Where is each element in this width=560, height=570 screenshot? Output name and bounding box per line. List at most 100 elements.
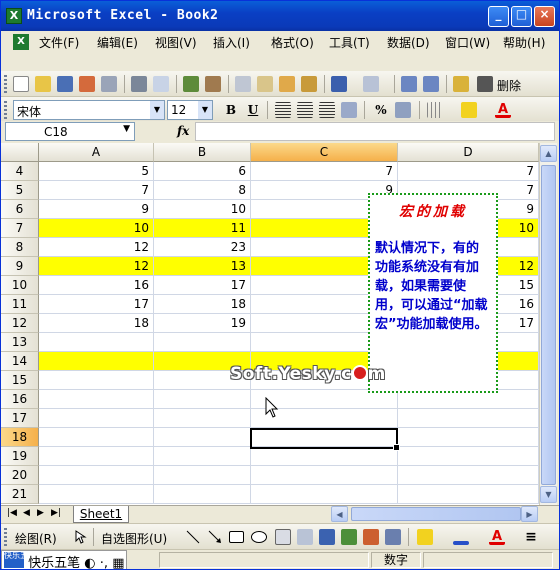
- row-header[interactable]: 6: [1, 200, 39, 219]
- cell-a19[interactable]: [39, 447, 154, 466]
- last-sheet-button[interactable]: ▶|: [51, 508, 61, 518]
- column-header-b[interactable]: B: [154, 143, 251, 162]
- toolbar-grip[interactable]: [4, 101, 7, 119]
- chevron-down-icon[interactable]: ▼: [123, 124, 130, 134]
- first-sheet-button[interactable]: |◀: [7, 508, 17, 518]
- research-icon[interactable]: [205, 76, 221, 92]
- line-icon[interactable]: [185, 529, 201, 545]
- align-center-icon[interactable]: [297, 102, 313, 118]
- cell-b18[interactable]: [154, 428, 251, 447]
- chevron-down-icon[interactable]: ▼: [150, 101, 164, 119]
- macro-note-textbox[interactable]: 宏的加载 默认情况下，有的功能系统没有有加载，如果需要使用，可以通过“加载宏”功…: [368, 193, 498, 393]
- font-size-combo[interactable]: 12 ▼: [167, 100, 213, 120]
- new-icon[interactable]: [13, 76, 29, 92]
- row-header[interactable]: 19: [1, 447, 39, 466]
- draw-menu-button[interactable]: 绘图(R): [15, 530, 57, 547]
- permission-icon[interactable]: [79, 76, 95, 92]
- chevron-down-icon[interactable]: ▼: [198, 101, 212, 119]
- cell-a13[interactable]: [39, 333, 154, 352]
- diagram-icon[interactable]: [341, 529, 357, 545]
- textbox-icon[interactable]: [275, 529, 291, 545]
- vertical-scrollbar[interactable]: ▲ ▼: [539, 143, 557, 505]
- cell-a21[interactable]: [39, 485, 154, 504]
- cell-b21[interactable]: [154, 485, 251, 504]
- cell-a14[interactable]: [39, 352, 154, 371]
- cell-b6[interactable]: 10: [154, 200, 251, 219]
- row-header[interactable]: 10: [1, 276, 39, 295]
- line-color-icon[interactable]: [453, 541, 469, 545]
- redo-icon[interactable]: [363, 76, 379, 92]
- rectangle-icon[interactable]: [229, 531, 244, 543]
- cell-a18[interactable]: [39, 428, 154, 447]
- wordart-icon[interactable]: [319, 529, 335, 545]
- copy-icon[interactable]: [257, 76, 273, 92]
- row-header[interactable]: 15: [1, 371, 39, 390]
- selected-cell-c18[interactable]: [250, 428, 400, 451]
- bold-button[interactable]: B: [223, 102, 239, 118]
- delete-icon[interactable]: [477, 76, 493, 92]
- menu-format[interactable]: 格式(O): [271, 34, 314, 51]
- cell-b10[interactable]: 17: [154, 276, 251, 295]
- menu-insert[interactable]: 插入(I): [213, 34, 250, 51]
- cell-a12[interactable]: 18: [39, 314, 154, 333]
- select-objects-icon[interactable]: [75, 530, 87, 544]
- cell-c21[interactable]: [251, 485, 398, 504]
- menu-data[interactable]: 数据(D): [387, 34, 430, 51]
- row-header[interactable]: 4: [1, 162, 39, 181]
- cell-c4[interactable]: 7: [251, 162, 398, 181]
- formula-input[interactable]: [195, 122, 555, 141]
- font-name-combo[interactable]: 宋体 ▼: [13, 100, 165, 120]
- cell-b8[interactable]: 23: [154, 238, 251, 257]
- cell-b9[interactable]: 13: [154, 257, 251, 276]
- cell-c19[interactable]: [251, 447, 398, 466]
- font-color-icon[interactable]: A: [495, 102, 511, 118]
- fill-color-icon[interactable]: [461, 102, 477, 118]
- cell-d18[interactable]: [398, 428, 539, 447]
- row-header[interactable]: 12: [1, 314, 39, 333]
- horizontal-scroll-thumb[interactable]: [351, 507, 521, 521]
- cell-b19[interactable]: [154, 447, 251, 466]
- cell-d21[interactable]: [398, 485, 539, 504]
- draw-fill-color-icon[interactable]: [417, 529, 433, 545]
- scroll-down-button[interactable]: ▼: [540, 486, 557, 503]
- tab-sheet1[interactable]: Sheet1: [73, 506, 129, 523]
- workbook-icon[interactable]: X: [13, 34, 29, 50]
- save-icon[interactable]: [57, 76, 73, 92]
- cell-b4[interactable]: 6: [154, 162, 251, 181]
- cell-d17[interactable]: [398, 409, 539, 428]
- column-header-c[interactable]: C: [251, 143, 398, 162]
- menu-window[interactable]: 窗口(W): [445, 34, 490, 51]
- scroll-right-button[interactable]: ▶: [521, 506, 538, 522]
- cell-d4[interactable]: 7: [398, 162, 539, 181]
- excel-app-icon[interactable]: X: [6, 8, 22, 24]
- scroll-up-button[interactable]: ▲: [540, 145, 557, 162]
- toolbar-grip[interactable]: [4, 528, 7, 546]
- cell-a6[interactable]: 9: [39, 200, 154, 219]
- cell-b20[interactable]: [154, 466, 251, 485]
- vertical-textbox-icon[interactable]: [297, 529, 313, 545]
- insert-function-icon[interactable]: fx: [177, 124, 189, 138]
- row-header[interactable]: 21: [1, 485, 39, 504]
- select-all-corner[interactable]: [1, 143, 39, 162]
- column-header-d[interactable]: D: [398, 143, 539, 162]
- oval-icon[interactable]: [251, 531, 267, 543]
- cell-b12[interactable]: 19: [154, 314, 251, 333]
- print-preview-icon[interactable]: [153, 76, 169, 92]
- row-header[interactable]: 8: [1, 238, 39, 257]
- row-header[interactable]: 14: [1, 352, 39, 371]
- row-header[interactable]: 9: [1, 257, 39, 276]
- cell-a11[interactable]: 17: [39, 295, 154, 314]
- spelling-icon[interactable]: [183, 76, 199, 92]
- next-sheet-button[interactable]: ▶: [37, 508, 44, 518]
- align-right-icon[interactable]: [319, 102, 335, 118]
- percent-button[interactable]: %: [373, 102, 389, 118]
- chart-wizard-icon[interactable]: [453, 76, 469, 92]
- paste-icon[interactable]: [279, 76, 295, 92]
- cell-a10[interactable]: 16: [39, 276, 154, 295]
- vertical-scroll-thumb[interactable]: [541, 165, 556, 485]
- cell-a15[interactable]: [39, 371, 154, 390]
- row-header[interactable]: 16: [1, 390, 39, 409]
- menu-tools[interactable]: 工具(T): [329, 34, 370, 51]
- sort-ascending-icon[interactable]: [401, 76, 417, 92]
- increase-decimal-icon[interactable]: [395, 102, 411, 118]
